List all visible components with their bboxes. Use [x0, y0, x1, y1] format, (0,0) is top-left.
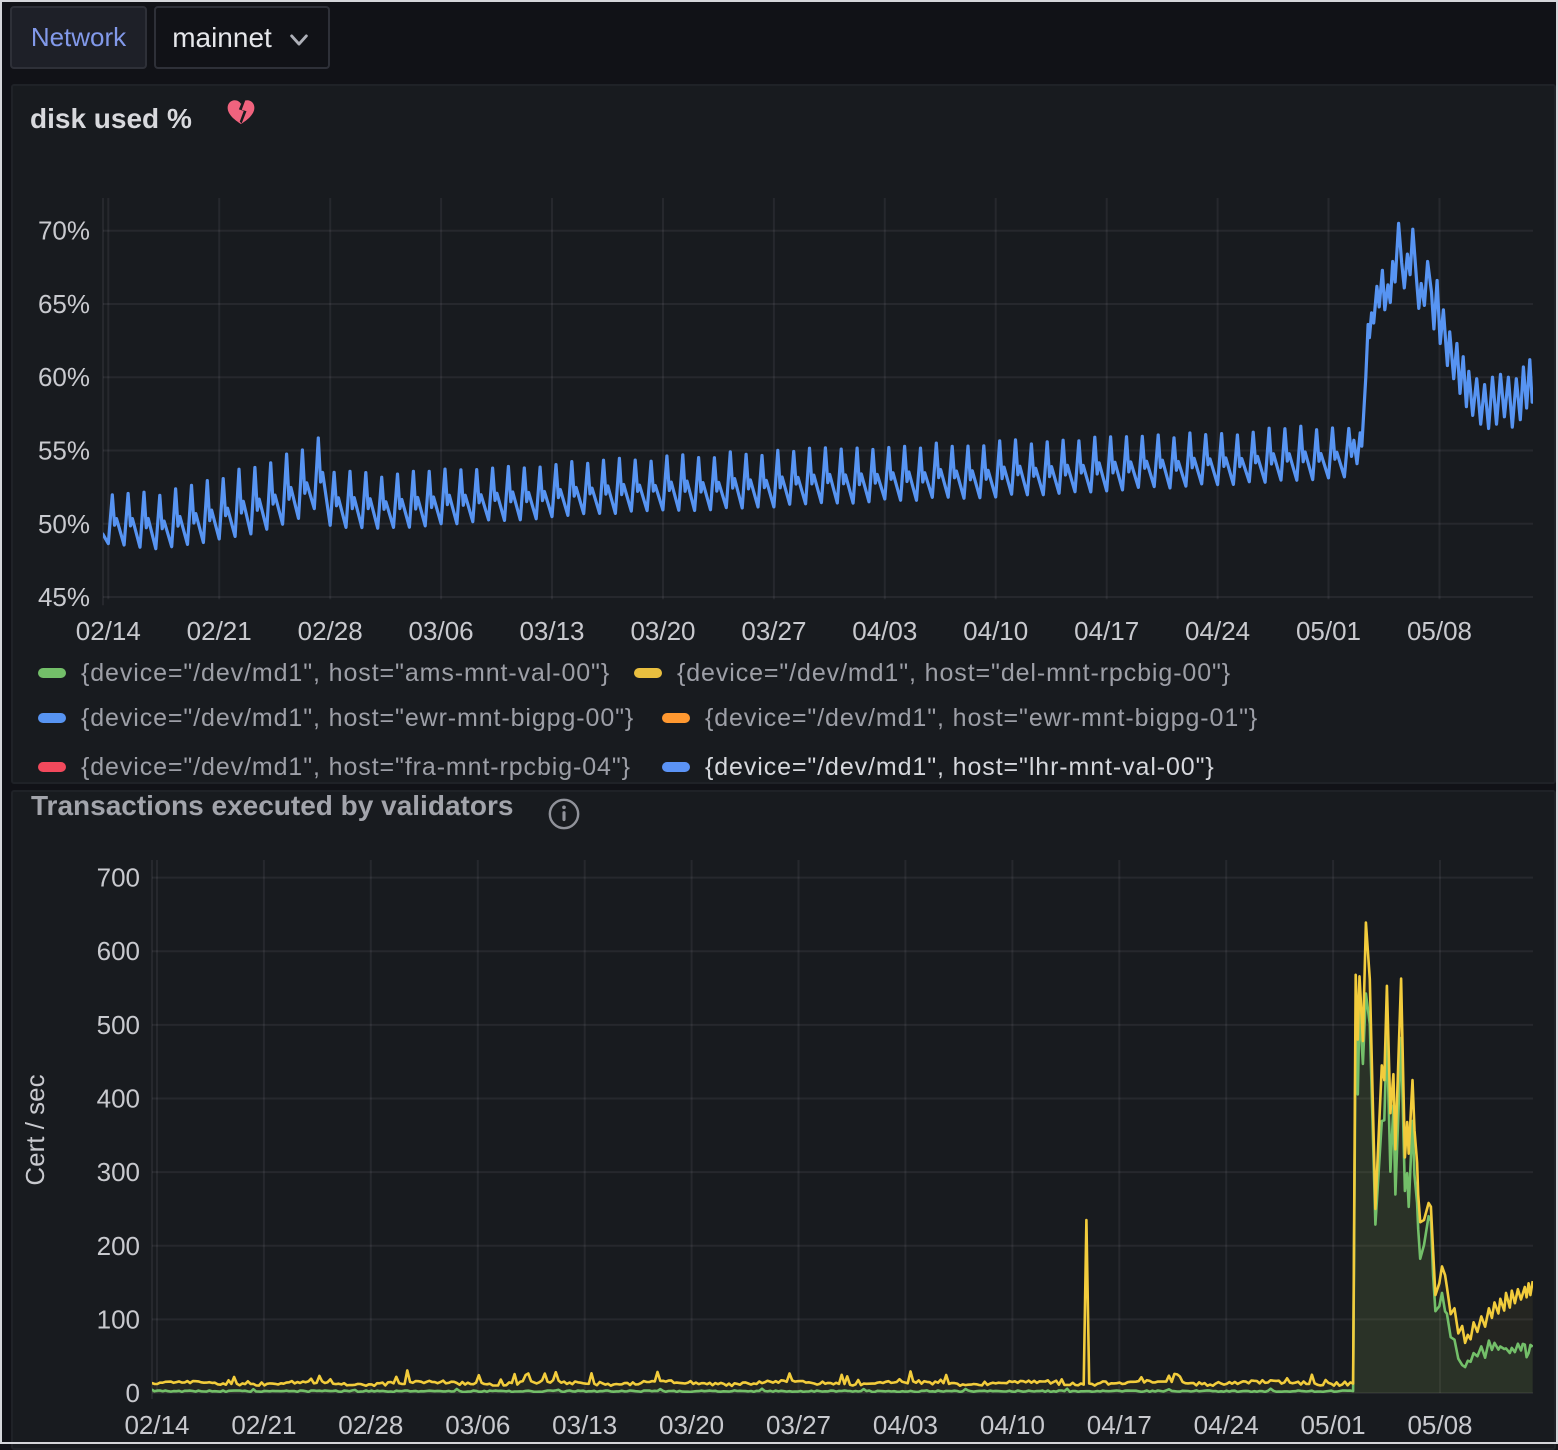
- svg-text:05/08: 05/08: [1407, 616, 1472, 646]
- svg-text:03/13: 03/13: [519, 616, 584, 646]
- svg-text:04/17: 04/17: [1087, 1410, 1152, 1440]
- svg-text:700: 700: [97, 863, 140, 893]
- svg-text:0: 0: [126, 1378, 140, 1408]
- svg-text:60%: 60%: [38, 362, 90, 392]
- svg-text:65%: 65%: [38, 289, 90, 319]
- svg-text:03/06: 03/06: [409, 616, 474, 646]
- svg-text:04/03: 04/03: [873, 1410, 938, 1440]
- svg-text:04/10: 04/10: [963, 616, 1028, 646]
- svg-text:05/01: 05/01: [1301, 1410, 1366, 1440]
- svg-text:55%: 55%: [38, 436, 90, 466]
- svg-text:04/24: 04/24: [1185, 616, 1250, 646]
- svg-text:200: 200: [97, 1231, 140, 1261]
- svg-text:03/27: 03/27: [741, 616, 806, 646]
- svg-text:02/21: 02/21: [231, 1410, 296, 1440]
- svg-text:500: 500: [97, 1010, 140, 1040]
- svg-text:02/14: 02/14: [76, 616, 141, 646]
- svg-text:03/20: 03/20: [630, 616, 695, 646]
- svg-text:02/14: 02/14: [124, 1410, 189, 1440]
- svg-text:04/17: 04/17: [1074, 616, 1139, 646]
- svg-text:04/24: 04/24: [1194, 1410, 1259, 1440]
- svg-text:300: 300: [97, 1157, 140, 1187]
- svg-text:04/03: 04/03: [852, 616, 917, 646]
- svg-text:05/01: 05/01: [1296, 616, 1361, 646]
- svg-text:02/28: 02/28: [338, 1410, 403, 1440]
- svg-text:03/27: 03/27: [766, 1410, 831, 1440]
- svg-text:03/06: 03/06: [445, 1410, 510, 1440]
- svg-text:02/28: 02/28: [298, 616, 363, 646]
- svg-text:100: 100: [97, 1304, 140, 1334]
- svg-text:50%: 50%: [38, 509, 90, 539]
- svg-text:05/08: 05/08: [1407, 1410, 1472, 1440]
- svg-text:Cert / sec: Cert / sec: [20, 1074, 50, 1185]
- svg-text:70%: 70%: [38, 216, 90, 246]
- svg-text:03/13: 03/13: [552, 1410, 617, 1440]
- svg-text:03/20: 03/20: [659, 1410, 724, 1440]
- svg-text:45%: 45%: [38, 582, 90, 612]
- svg-text:02/21: 02/21: [187, 616, 252, 646]
- svg-text:04/10: 04/10: [980, 1410, 1045, 1440]
- svg-text:400: 400: [97, 1084, 140, 1114]
- svg-text:600: 600: [97, 936, 140, 966]
